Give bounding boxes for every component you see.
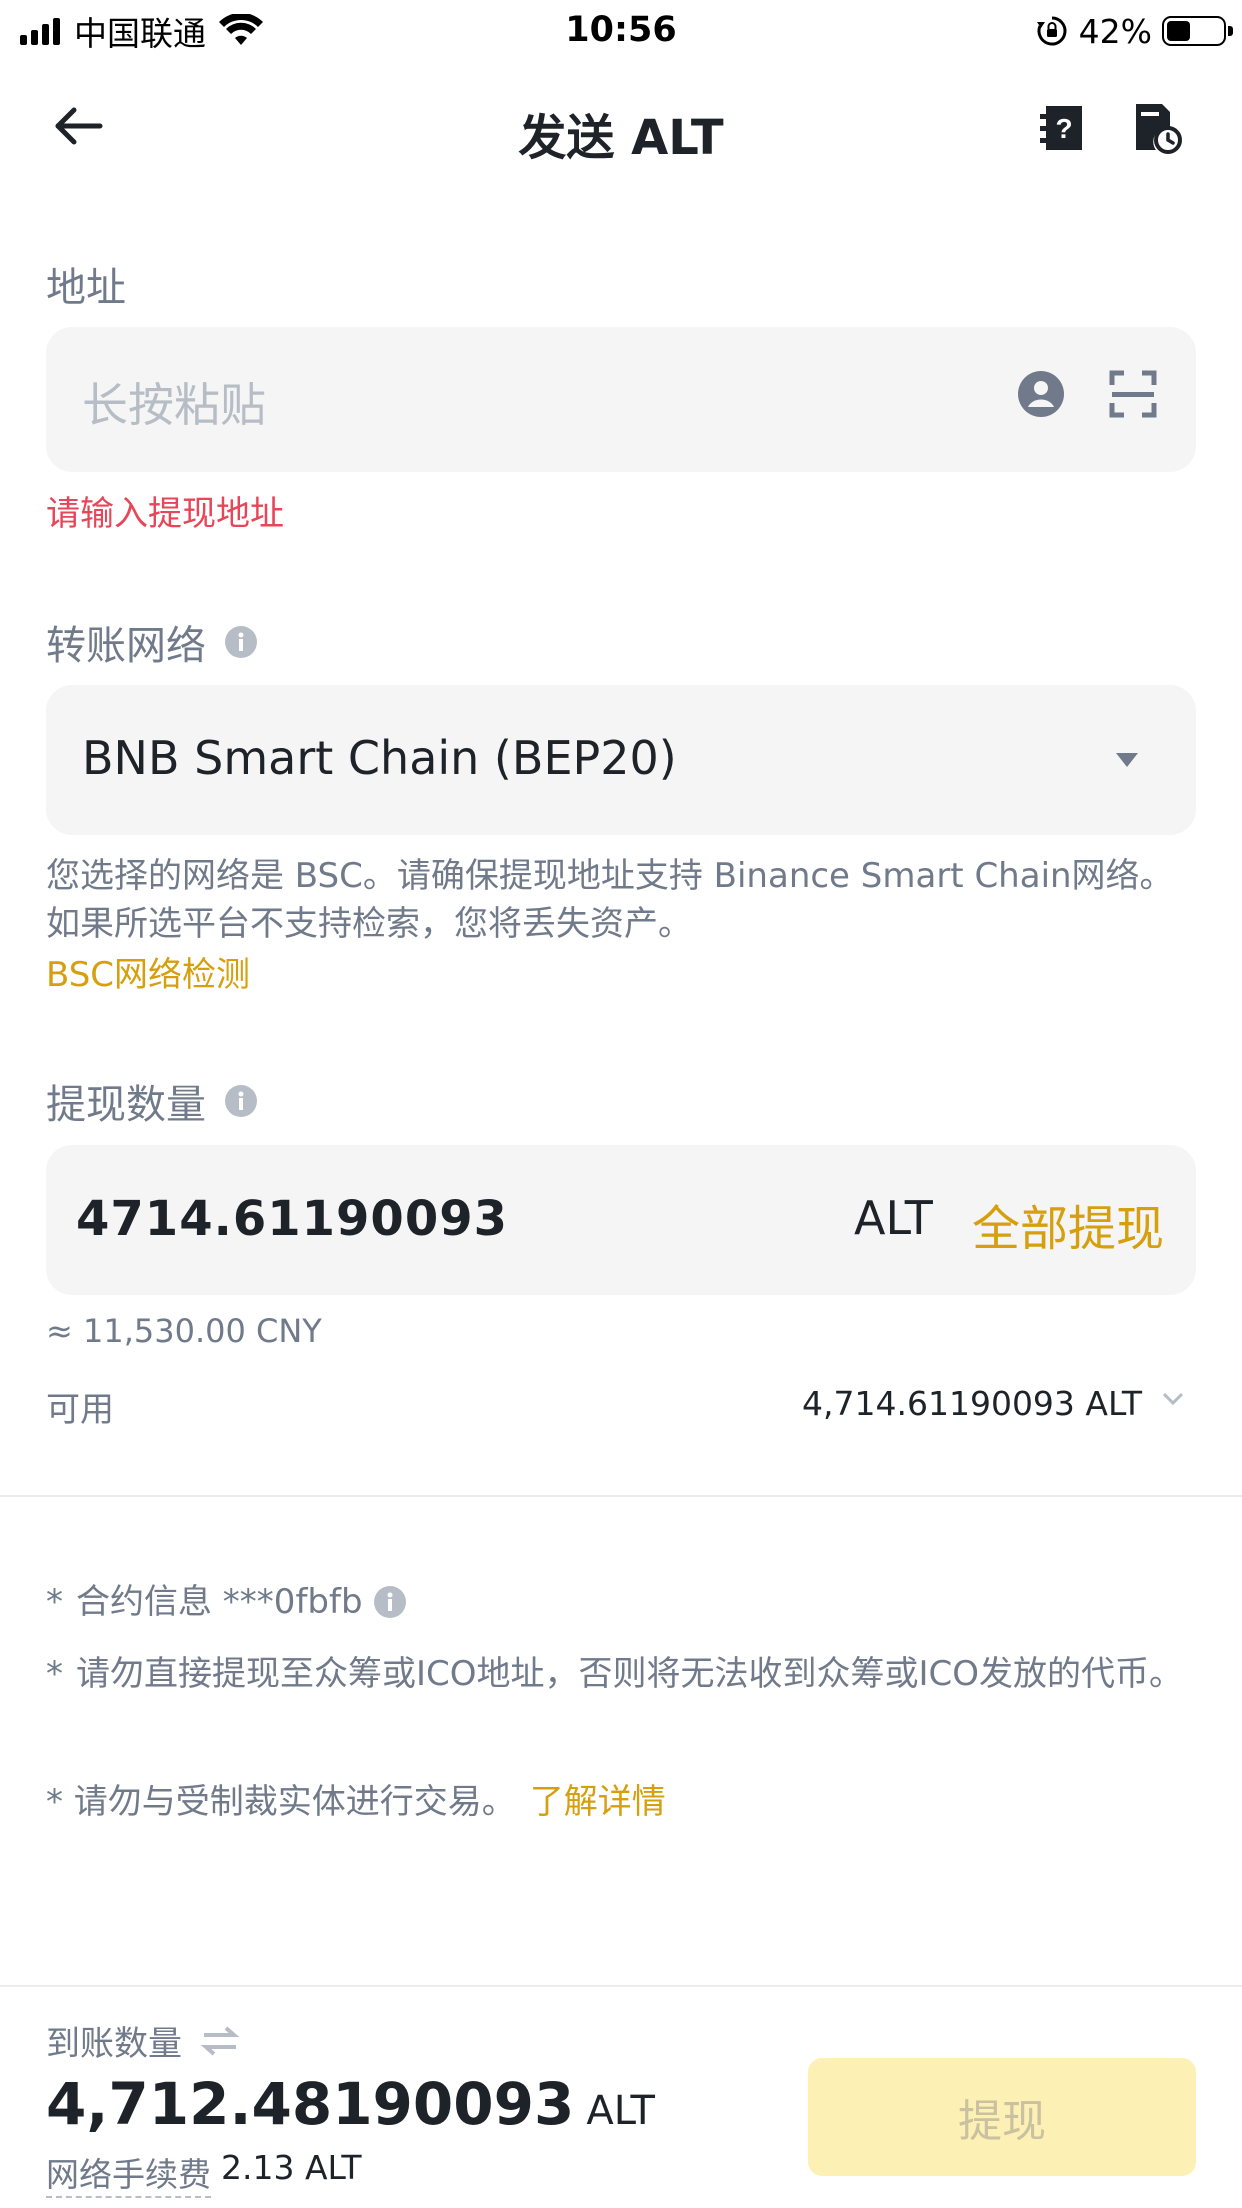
- bsc-network-check-link[interactable]: BSC网络检测: [46, 947, 250, 996]
- footer-divider: [0, 1985, 1242, 1987]
- learn-more-link[interactable]: 了解详情: [530, 1778, 666, 1826]
- amount-value[interactable]: 4714.61190093: [76, 1191, 508, 1247]
- network-fee: 网络手续费 2.13 ALT: [46, 2148, 362, 2198]
- network-note: 您选择的网络是 BSC。请确保提现地址支持 Binance Smart Chai…: [46, 856, 1174, 944]
- sanction-warning-text: * 请勿与受制裁实体进行交易。: [46, 1782, 516, 1822]
- receive-label-text: 到账数量: [46, 2024, 182, 2064]
- approx-cny: ≈ 11,530.00 CNY: [46, 1312, 322, 1350]
- section-divider: [0, 1495, 1242, 1497]
- fee-value: 2.13 ALT: [221, 2148, 362, 2187]
- rotation-lock-icon: [1036, 16, 1067, 46]
- receive-amount: 4,712.48190093 ALT: [46, 2070, 655, 2138]
- amount-unit: ALT: [854, 1191, 933, 1245]
- receive-value: 4,712.48190093: [46, 2070, 575, 2138]
- help-button[interactable]: ?: [1036, 100, 1092, 156]
- info-icon[interactable]: [373, 1585, 407, 1619]
- address-input[interactable]: 长按粘贴: [46, 327, 1196, 472]
- ico-warning-text: 请勿直接提现至众筹或ICO地址，否则将无法收到众筹或ICO发放的代币。: [76, 1654, 1184, 1694]
- battery-icon: [1162, 16, 1233, 46]
- withdraw-all-button[interactable]: 全部提现: [972, 1189, 1164, 1259]
- sanction-warning-note: * 请勿与受制裁实体进行交易。 了解详情: [46, 1778, 666, 1826]
- battery-percent: 42%: [1078, 11, 1152, 51]
- network-selected-value: BNB Smart Chain (BEP20): [82, 731, 677, 785]
- info-icon[interactable]: [224, 625, 258, 659]
- help-document-icon: ?: [1040, 106, 1082, 150]
- caret-down-icon: [1116, 753, 1138, 767]
- receive-amount-label: 到账数量: [46, 2016, 240, 2065]
- note-star: *: [46, 1582, 63, 1622]
- fee-label[interactable]: 网络手续费: [46, 2148, 211, 2198]
- address-label: 地址: [46, 255, 126, 313]
- amount-input[interactable]: 4714.61190093 ALT 全部提现: [46, 1145, 1196, 1295]
- history-button[interactable]: [1128, 100, 1184, 156]
- address-error: 请输入提现地址: [46, 494, 284, 534]
- ico-warning-note: * 请勿直接提现至众筹或ICO地址，否则将无法收到众筹或ICO发放的代币。: [46, 1650, 1196, 1698]
- address-label-text: 地址: [46, 265, 126, 311]
- available-value[interactable]: 4,714.61190093 ALT: [802, 1384, 1142, 1423]
- status-right: 42%: [1035, 10, 1233, 52]
- address-placeholder: 长按粘贴: [82, 378, 266, 432]
- amount-label-text: 提现数量: [46, 1082, 206, 1128]
- network-select[interactable]: BNB Smart Chain (BEP20): [46, 685, 1196, 835]
- network-label: 转账网络: [46, 613, 258, 671]
- receive-unit: ALT: [586, 2088, 655, 2134]
- info-icon[interactable]: [224, 1084, 258, 1118]
- swap-icon[interactable]: [200, 2025, 240, 2057]
- network-label-text: 转账网络: [46, 623, 206, 669]
- address-book-icon[interactable]: [1016, 369, 1066, 419]
- app-header: 发送 ALT ?: [0, 70, 1242, 182]
- amount-label: 提现数量: [46, 1072, 258, 1130]
- document-clock-icon: [1136, 104, 1182, 154]
- withdraw-button[interactable]: 提现: [808, 2058, 1196, 2176]
- available-label: 可用: [46, 1390, 114, 1430]
- chevron-down-icon[interactable]: [1158, 1384, 1188, 1414]
- contract-info-text: 合约信息 ***0fbfb: [76, 1582, 363, 1622]
- contract-info-note: * 合约信息 ***0fbfb: [46, 1578, 407, 1626]
- status-bar: 中国联通 10:56 42%: [0, 0, 1242, 62]
- note-star: *: [46, 1654, 63, 1694]
- svg-text:?: ?: [1055, 113, 1072, 144]
- scan-qr-icon[interactable]: [1108, 369, 1158, 419]
